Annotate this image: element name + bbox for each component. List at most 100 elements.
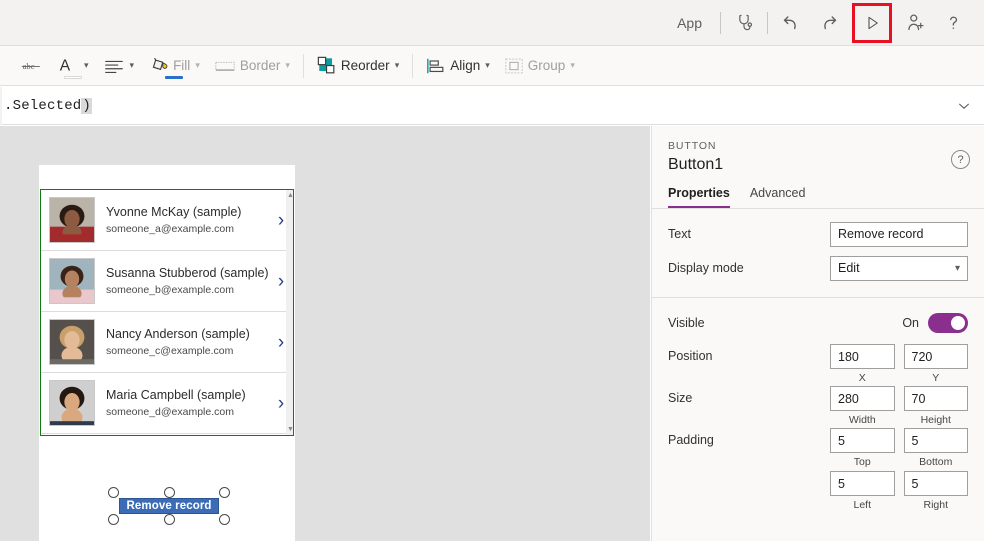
padding-left-caption: Left	[830, 496, 895, 511]
padding-left-input[interactable]: 5	[830, 471, 895, 496]
app-checker-icon[interactable]	[725, 4, 763, 42]
app-menu-label[interactable]: App	[663, 0, 716, 45]
fill-button[interactable]: Fill ▾	[141, 46, 207, 86]
gallery-item-text: Susanna Stubberod (sample) someone_b@exa…	[95, 265, 269, 298]
scroll-down-icon[interactable]: ▼	[287, 426, 294, 433]
contact-name: Yvonne McKay (sample)	[106, 204, 269, 220]
app-canvas[interactable]: Yvonne McKay (sample) someone_a@example.…	[0, 126, 650, 541]
resize-handle-top-left[interactable]	[108, 487, 119, 498]
display-mode-select[interactable]: Edit ▾	[830, 256, 968, 281]
help-icon[interactable]	[934, 4, 972, 42]
chevron-down-icon: ▾	[84, 60, 89, 71]
size-width-input[interactable]: 280	[830, 386, 895, 411]
toggle-knob	[951, 316, 965, 330]
position-x-input[interactable]: 180	[830, 344, 895, 369]
redo-icon[interactable]	[810, 4, 848, 42]
display-mode-value: Edit	[838, 261, 860, 275]
panel-tabs: Properties Advanced	[652, 174, 984, 209]
divider	[412, 54, 413, 78]
gallery-item[interactable]: Nancy Anderson (sample) someone_c@exampl…	[41, 312, 293, 373]
font-color-icon[interactable]: A ▾	[50, 46, 96, 86]
padding-top-caption: Top	[830, 453, 895, 468]
reorder-button[interactable]: Reorder ▾	[310, 46, 406, 86]
contact-email: someone_c@example.com	[106, 344, 269, 359]
remove-record-button[interactable]: Remove record	[119, 498, 219, 514]
top-command-bar-right-group: App	[663, 0, 972, 45]
divider	[303, 54, 304, 78]
fill-bucket-icon	[148, 55, 169, 76]
avatar	[49, 380, 95, 426]
visible-toggle[interactable]	[928, 313, 968, 333]
contact-name: Susanna Stubberod (sample)	[106, 265, 269, 281]
control-name-label: Button1	[668, 156, 968, 174]
app-screen[interactable]: Yvonne McKay (sample) someone_a@example.…	[39, 165, 295, 541]
question-mark-icon[interactable]: ?	[951, 150, 970, 169]
padding-right-input[interactable]: 5	[904, 471, 969, 496]
avatar	[49, 197, 95, 243]
position-y-input[interactable]: 720	[904, 344, 969, 369]
chevron-down-icon: ▾	[130, 60, 135, 71]
resize-handle-top-center[interactable]	[164, 487, 175, 498]
gallery-scrollbar[interactable]: ▲ ▼	[286, 190, 293, 435]
fill-color-swatch	[165, 76, 183, 79]
display-mode-label: Display mode	[668, 261, 830, 275]
gallery-item[interactable]: Susanna Stubberod (sample) someone_b@exa…	[41, 251, 293, 312]
contact-name: Nancy Anderson (sample)	[106, 326, 269, 342]
undo-icon[interactable]	[772, 4, 810, 42]
resize-handle-top-right[interactable]	[219, 487, 230, 498]
formula-bar[interactable]: .Selected)	[0, 87, 984, 125]
text-property-label: Text	[668, 227, 830, 241]
align-objects-icon	[426, 57, 446, 75]
preview-play-icon[interactable]	[852, 3, 892, 43]
resize-handle-bottom-center[interactable]	[164, 514, 175, 525]
tab-properties[interactable]: Properties	[668, 186, 730, 208]
formula-expression: .Selected	[4, 98, 81, 114]
resize-handle-bottom-left[interactable]	[108, 514, 119, 525]
chevron-down-icon: ▾	[395, 60, 400, 71]
contact-email: someone_b@example.com	[106, 283, 269, 298]
selected-button-wrapper[interactable]: Remove record	[108, 487, 230, 525]
scroll-up-icon[interactable]: ▲	[287, 192, 294, 199]
padding-bottom-caption: Bottom	[904, 453, 969, 468]
position-label: Position	[668, 344, 830, 363]
chevron-down-icon: ▾	[955, 263, 960, 274]
gallery-item[interactable]: Yvonne McKay (sample) someone_a@example.…	[41, 190, 293, 251]
reorder-label: Reorder	[341, 58, 390, 73]
gallery-item-text: Maria Campbell (sample) someone_d@exampl…	[95, 387, 269, 420]
formula-input[interactable]: .Selected)	[2, 98, 944, 114]
group-button[interactable]: Group ▾	[497, 46, 582, 86]
border-button[interactable]: Border ▾	[207, 46, 297, 86]
share-user-icon[interactable]	[896, 4, 934, 42]
size-height-input[interactable]: 70	[904, 386, 969, 411]
formula-expand-chevron-down-icon[interactable]	[944, 87, 984, 125]
powerapps-studio-window: App	[0, 0, 984, 541]
resize-handle-bottom-right[interactable]	[219, 514, 230, 525]
font-color-swatch	[64, 76, 82, 79]
panel-basic-properties: Text Remove record Display mode Edit ▾	[652, 209, 984, 295]
align-text-icon[interactable]: ▾	[96, 46, 142, 86]
fill-label: Fill	[173, 58, 190, 73]
properties-panel: BUTTON Button1 ? Properties Advanced Tex…	[651, 126, 984, 541]
visible-label: Visible	[668, 316, 830, 330]
svg-text:A: A	[60, 57, 71, 74]
property-row-position: Position 180 X 720 Y	[668, 344, 968, 384]
control-type-label: BUTTON	[668, 140, 968, 152]
padding-top-input[interactable]: 5	[830, 428, 895, 453]
gallery-item[interactable]: Maria Campbell (sample) someone_d@exampl…	[41, 373, 293, 434]
align-label: Align	[450, 58, 480, 73]
format-ribbon: abc A ▾	[0, 46, 984, 86]
size-width-caption: Width	[830, 411, 895, 426]
padding-bottom-input[interactable]: 5	[904, 428, 969, 453]
align-button[interactable]: Align ▾	[419, 46, 497, 86]
panel-header: BUTTON Button1 ?	[652, 126, 984, 174]
padding-right-caption: Right	[904, 496, 969, 511]
chevron-down-icon: ▾	[485, 60, 490, 71]
reorder-icon	[317, 56, 337, 76]
property-row-size: Size 280 Width 70 Height	[668, 386, 968, 426]
tab-advanced[interactable]: Advanced	[750, 186, 806, 208]
text-property-input[interactable]: Remove record	[830, 222, 968, 247]
border-icon	[214, 58, 236, 74]
strikethrough-abc-icon[interactable]: abc	[14, 46, 50, 86]
size-label: Size	[668, 386, 830, 405]
gallery-control[interactable]: Yvonne McKay (sample) someone_a@example.…	[40, 189, 294, 436]
